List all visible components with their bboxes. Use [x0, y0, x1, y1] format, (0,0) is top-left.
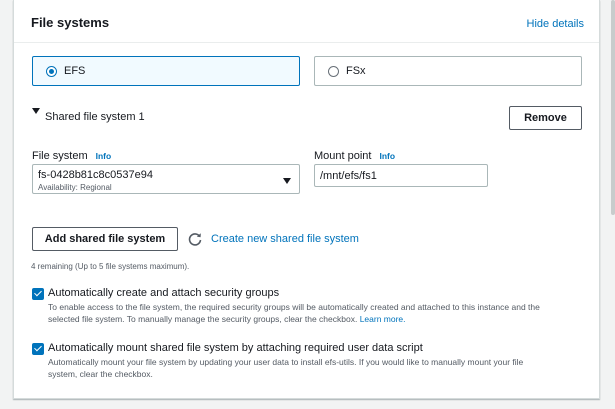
file-system-label-row: File system Info — [32, 146, 111, 164]
hide-details-link[interactable]: Hide details — [527, 18, 584, 30]
file-system-label: File system — [32, 150, 88, 162]
security-groups-description: To enable access to the file system, the… — [48, 301, 593, 325]
mount-desc-line-2: system, clear the checkbox. — [48, 369, 153, 379]
add-shared-file-system-button[interactable]: Add shared file system — [32, 227, 178, 251]
security-desc-text: selected file system. To manually manage… — [48, 314, 358, 324]
create-new-shared-fs-link[interactable]: Create new shared file system — [211, 233, 359, 245]
learn-more-link[interactable]: Learn more. — [360, 314, 406, 324]
security-groups-checkbox[interactable] — [32, 288, 44, 300]
remaining-text: 4 remaining (Up to 5 file systems maximu… — [31, 262, 190, 271]
mount-point-label: Mount point — [314, 150, 372, 162]
collapse-caret-icon[interactable] — [32, 108, 40, 114]
file-systems-panel: File systems Hide details EFS FSx Shared… — [13, 0, 600, 399]
mount-point-input[interactable]: /mnt/efs/fs1 — [314, 164, 488, 187]
file-system-select[interactable]: fs-0428b81c8c0537e94 Availability: Regio… — [32, 164, 300, 194]
header-divider — [14, 42, 599, 43]
auto-mount-title[interactable]: Automatically mount shared file system b… — [48, 342, 423, 354]
mount-point-info-link[interactable]: Info — [379, 151, 395, 161]
mount-point-label-row: Mount point Info — [314, 146, 395, 164]
security-desc-line-2: selected file system. To manually manage… — [48, 313, 593, 325]
mount-desc-line-1: Automatically mount your file system by … — [48, 357, 524, 367]
fsx-radio[interactable] — [328, 66, 339, 77]
security-desc-line-1: To enable access to the file system, the… — [48, 302, 540, 312]
auto-mount-checkbox[interactable] — [32, 343, 44, 355]
shared-fs-heading[interactable]: Shared file system 1 — [45, 111, 145, 123]
efs-radio[interactable] — [46, 66, 57, 77]
efs-option-tile[interactable]: EFS — [32, 56, 300, 86]
file-system-info-link[interactable]: Info — [96, 151, 112, 161]
fsx-option-tile[interactable]: FSx — [314, 56, 582, 86]
fsx-option-label: FSx — [346, 65, 366, 77]
auto-mount-description: Automatically mount your file system by … — [48, 356, 593, 380]
file-system-value: fs-0428b81c8c0537e94 — [38, 169, 153, 181]
security-groups-title[interactable]: Automatically create and attach security… — [48, 287, 279, 299]
page-scrollbar[interactable] — [611, 0, 615, 215]
remove-button[interactable]: Remove — [509, 106, 582, 130]
refresh-icon[interactable] — [187, 231, 203, 247]
section-title: File systems — [31, 15, 110, 30]
efs-option-label: EFS — [64, 65, 86, 77]
file-system-availability: Availability: Regional — [38, 183, 112, 192]
dropdown-caret-icon — [283, 178, 291, 184]
